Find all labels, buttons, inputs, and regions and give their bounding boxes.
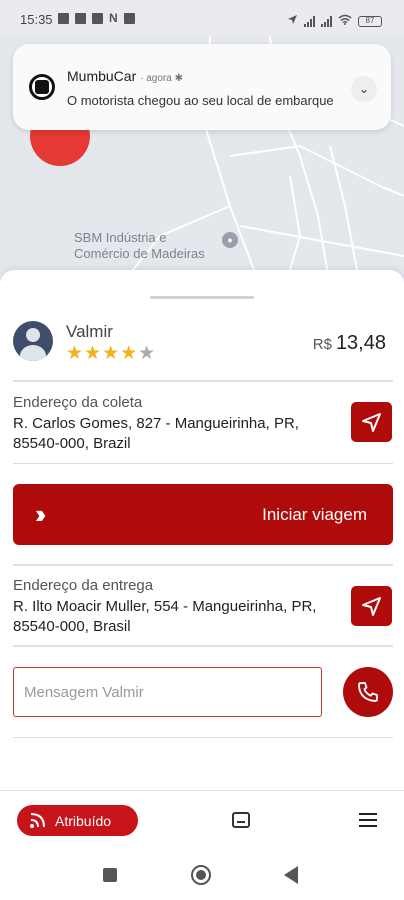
map-poi-label: SBM Indústria e Comércio de Madeiras bbox=[74, 230, 205, 261]
driver-avatar bbox=[13, 321, 53, 361]
dropoff-label: Endereço da entrega bbox=[13, 577, 154, 594]
trip-fare: R$ 13,48 bbox=[312, 332, 386, 354]
driver-name: Valmir bbox=[66, 322, 113, 341]
system-nav bbox=[0, 850, 404, 900]
back-icon[interactable] bbox=[284, 866, 298, 884]
pickup-address: R. Carlos Gomes, 827 - Mangueirinha, PR,… bbox=[13, 415, 299, 452]
assigned-label: Atribuído bbox=[55, 813, 112, 829]
recents-icon[interactable] bbox=[103, 868, 117, 882]
divider bbox=[13, 463, 393, 464]
start-trip-label: Iniciar viagem bbox=[262, 505, 367, 524]
clock: 15:35 bbox=[20, 12, 53, 27]
shop-pin-icon: ● bbox=[222, 232, 238, 248]
wifi-icon bbox=[338, 12, 352, 30]
pickup-label: Endereço da coleta bbox=[13, 394, 143, 411]
app-icon bbox=[92, 13, 103, 24]
dropoff-address: R. Ilto Moacir Muller, 554 - Mangueirinh… bbox=[13, 598, 317, 635]
drag-handle[interactable] bbox=[150, 296, 254, 299]
divider bbox=[13, 380, 393, 382]
divider bbox=[13, 564, 393, 566]
message-input[interactable] bbox=[13, 667, 322, 717]
notification-time: agora bbox=[146, 73, 172, 84]
app2-icon bbox=[123, 13, 135, 24]
n-icon: N bbox=[109, 11, 118, 25]
app-logo-icon bbox=[29, 74, 55, 100]
status-bar: 15:35 N 87 bbox=[0, 0, 404, 36]
battery-icon: 87 bbox=[358, 15, 382, 27]
navigation-arrow-icon bbox=[362, 597, 381, 616]
trip-sheet: Valmir ★★★★★ R$ 13,48 Endereço da coleta … bbox=[0, 270, 404, 790]
notification-icon bbox=[58, 13, 69, 24]
pickup-navigate-button[interactable] bbox=[351, 402, 392, 442]
expand-chevron-icon[interactable]: ⌄ bbox=[351, 76, 377, 102]
push-notification[interactable]: MumbuCar · agora ✱ O motorista chegou ao… bbox=[13, 44, 391, 130]
signal2-icon bbox=[321, 15, 332, 27]
notification-message: O motorista chegou ao seu local de embar… bbox=[67, 93, 334, 108]
notification-app-name: MumbuCar bbox=[67, 68, 137, 84]
divider bbox=[13, 737, 393, 738]
driver-rating: ★★★★★ bbox=[66, 343, 157, 364]
call-button[interactable] bbox=[343, 667, 393, 717]
navigation-arrow-icon bbox=[362, 413, 381, 432]
start-trip-button[interactable]: ›› Iniciar viagem bbox=[13, 484, 393, 545]
menu-icon[interactable] bbox=[359, 813, 377, 831]
phone-icon bbox=[358, 682, 378, 702]
double-chevron-icon: ›› bbox=[35, 499, 47, 529]
dropoff-navigate-button[interactable] bbox=[351, 586, 392, 626]
alarm-icon bbox=[75, 13, 86, 24]
inbox-icon[interactable] bbox=[232, 812, 250, 828]
location-icon bbox=[287, 12, 298, 30]
assigned-tab[interactable]: Atribuído bbox=[17, 805, 138, 836]
signal-icon bbox=[304, 15, 315, 27]
rss-icon bbox=[30, 813, 45, 828]
divider bbox=[13, 645, 393, 647]
home-icon[interactable] bbox=[191, 865, 211, 885]
bottom-nav: Atribuído bbox=[0, 790, 404, 850]
